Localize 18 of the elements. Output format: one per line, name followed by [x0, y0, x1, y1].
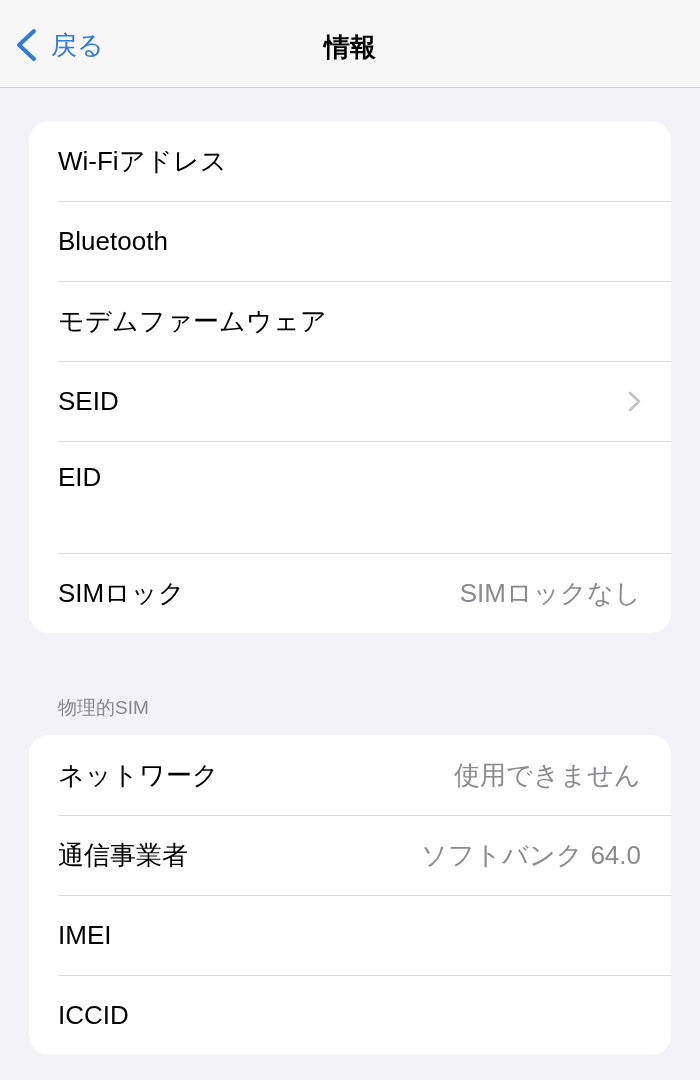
row-label: Wi-Fiアドレス — [58, 144, 227, 178]
row-label: IMEI — [58, 920, 112, 951]
row-value: SIMロックなし — [459, 577, 641, 610]
section-header: 物理的SIM — [57, 696, 150, 720]
row-value: ソフトバンク 64.0 — [421, 839, 641, 872]
chevron-right-icon[interactable] — [628, 391, 641, 412]
row-label: Bluetooth — [58, 226, 168, 257]
row-label: 通信事業者 — [58, 839, 188, 872]
row-value: 使用できません — [454, 758, 641, 792]
row-label: ICCID — [58, 1000, 129, 1031]
back-button[interactable]: 戻る — [13, 28, 106, 62]
page-title: 情報 — [324, 31, 376, 64]
row-label: SEID — [58, 386, 119, 417]
row-label: EID — [58, 462, 102, 493]
row-label: モデムファームウェア — [58, 305, 327, 338]
row-label: ネットワーク — [58, 758, 219, 792]
chevron-left-icon — [15, 28, 37, 62]
row-label: SIMロック — [58, 577, 186, 610]
